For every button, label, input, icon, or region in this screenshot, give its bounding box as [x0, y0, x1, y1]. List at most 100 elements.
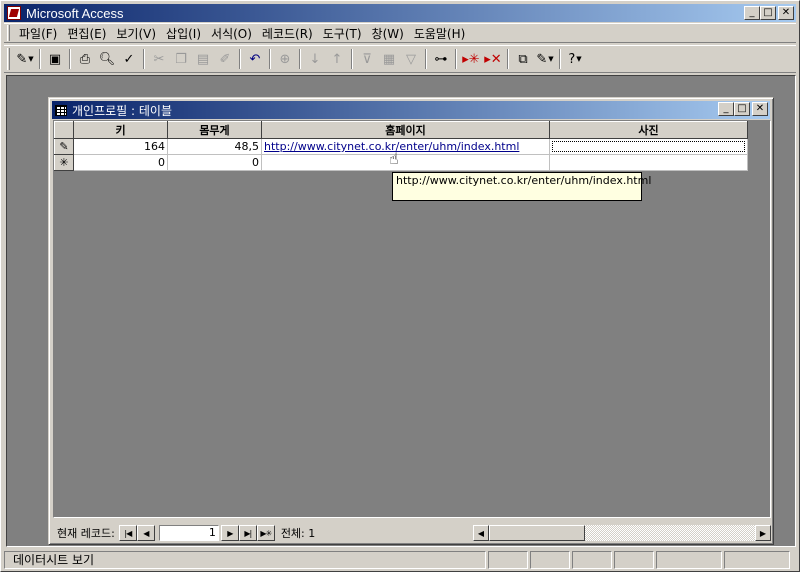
table-icon[interactable] — [55, 104, 67, 116]
find-icon[interactable]: ⊶ — [430, 48, 452, 70]
scroll-left-button[interactable]: ◀ — [473, 525, 489, 541]
menu-format[interactable]: 서식(O) — [206, 25, 257, 42]
cell-homepage-link[interactable] — [261, 154, 550, 171]
toolbar-separator — [507, 49, 509, 69]
cell-photo[interactable] — [549, 154, 748, 171]
menu-window[interactable]: 창(W) — [367, 25, 409, 42]
apply-filter-icon[interactable]: ▽ — [400, 48, 422, 70]
menu-help[interactable]: 도움말(H) — [409, 25, 471, 42]
paste-icon[interactable]: ▤ — [192, 48, 214, 70]
menu-bar: 파일(F) 편집(E) 보기(V) 삽입(I) 서식(O) 레코드(R) 도구(… — [4, 23, 796, 43]
toolbar-grip[interactable] — [7, 48, 10, 70]
new-record-icon[interactable]: ▸✳ — [460, 48, 482, 70]
toolbar-separator — [455, 49, 457, 69]
record-number-input[interactable]: 1 — [158, 525, 219, 541]
column-header-homepage[interactable]: 홈페이지 — [261, 121, 550, 139]
menu-tools[interactable]: 도구(T) — [318, 25, 367, 42]
app-title: Microsoft Access — [26, 5, 124, 21]
select-all-corner[interactable] — [54, 121, 74, 139]
record-navigation-bar: 현재 레코드: |◀ ◀ 1 ▶ ▶| ▶✳ 전체: 1 ◀ ▶ — [53, 524, 771, 542]
status-pane — [530, 551, 570, 569]
scroll-thumb[interactable] — [489, 525, 585, 541]
previous-record-button[interactable]: ◀ — [136, 525, 155, 541]
horizontal-scrollbar[interactable]: ◀ ▶ — [473, 525, 771, 541]
table-maximize-button[interactable]: □ — [734, 102, 750, 116]
status-bar: 데이터시트 보기 — [4, 550, 796, 570]
next-record-button[interactable]: ▶ — [220, 525, 239, 541]
status-pane — [656, 551, 722, 569]
toolbar-separator — [39, 49, 41, 69]
hyperlink-tooltip: http://www.citynet.co.kr/enter/uhm/index… — [392, 172, 651, 201]
table-row: ✎ 164 48,5 http://www.citynet.co.kr/ente… — [54, 138, 748, 155]
record-selector-editing-icon[interactable]: ✎ — [54, 138, 74, 155]
toolbar-separator — [425, 49, 427, 69]
status-pane — [724, 551, 790, 569]
menu-file[interactable]: 파일(F) — [14, 25, 62, 42]
toolbar-separator — [239, 49, 241, 69]
menu-insert[interactable]: 삽입(I) — [161, 25, 206, 42]
new-object-icon[interactable]: ✎ ▼ — [534, 48, 556, 70]
column-header-key[interactable]: 키 — [73, 121, 168, 139]
cell-key[interactable]: 164 — [73, 138, 168, 155]
scroll-right-button[interactable]: ▶ — [755, 525, 771, 541]
print-icon[interactable]: ⎙ — [74, 48, 96, 70]
last-record-button[interactable]: ▶| — [238, 525, 257, 541]
cell-homepage-link[interactable]: http://www.citynet.co.kr/enter/uhm/index… — [261, 138, 550, 155]
insert-hyperlink-icon[interactable]: ⊕ — [274, 48, 296, 70]
table-close-button[interactable]: ✕ — [752, 102, 768, 116]
cell-weight[interactable]: 0 — [167, 154, 262, 171]
filter-by-selection-icon[interactable]: ⊽ — [356, 48, 378, 70]
menu-records[interactable]: 레코드(R) — [257, 25, 318, 42]
datasheet-toolbar: ✎ ▼ ▣ ⎙ 🔍︎ ✓ ✂ ❐ ▤ ✐ ↶ ⊕ ↓ ↑ ⊽ ▦ ▽ ⊶ ▸✳ ▸… — [4, 45, 796, 73]
table-caption-buttons: _ □ ✕ — [718, 102, 768, 116]
copy-icon[interactable]: ❐ — [170, 48, 192, 70]
toolbar-separator — [299, 49, 301, 69]
app-title-bar[interactable]: Microsoft Access _ □ ✕ — [4, 4, 796, 22]
spelling-icon[interactable]: ✓ — [118, 48, 140, 70]
access-logo-icon[interactable] — [7, 6, 21, 20]
scroll-track[interactable] — [489, 525, 755, 541]
filter-by-form-icon[interactable]: ▦ — [378, 48, 400, 70]
record-selector-new-icon[interactable]: ✳ — [54, 154, 74, 171]
table-minimize-button[interactable]: _ — [718, 102, 734, 116]
new-record-nav-button[interactable]: ▶✳ — [256, 525, 275, 541]
status-pane — [488, 551, 528, 569]
maximize-button[interactable]: □ — [760, 6, 776, 20]
toolbar-separator — [69, 49, 71, 69]
table-row-new: ✳ 0 0 — [54, 154, 748, 171]
delete-record-icon[interactable]: ▸✕ — [482, 48, 504, 70]
table-window-title-bar[interactable]: 개인프로필 : 테이블 _ □ ✕ — [52, 101, 770, 119]
undo-icon[interactable]: ↶ — [244, 48, 266, 70]
cell-photo[interactable] — [549, 138, 748, 155]
column-header-photo[interactable]: 사진 — [549, 121, 748, 139]
toolbar-separator — [351, 49, 353, 69]
menu-grip[interactable] — [7, 25, 10, 41]
table-window-title: 개인프로필 : 테이블 — [72, 103, 172, 118]
cell-weight[interactable]: 48,5 — [167, 138, 262, 155]
toolbar-separator — [559, 49, 561, 69]
hand-pointer-icon: ☝ — [389, 149, 399, 168]
save-icon[interactable]: ▣ — [44, 48, 66, 70]
help-icon[interactable]: ? ▼ — [564, 48, 586, 70]
menu-edit[interactable]: 편집(E) — [62, 25, 111, 42]
cell-key[interactable]: 0 — [73, 154, 168, 171]
close-button[interactable]: ✕ — [778, 6, 794, 20]
datasheet-table: 키 몸무게 홈페이지 사진 ✎ 164 48,5 http://www.city… — [54, 121, 748, 171]
sort-ascending-icon[interactable]: ↓ — [304, 48, 326, 70]
print-preview-icon[interactable]: 🔍︎ — [96, 48, 118, 70]
format-painter-icon[interactable]: ✐ — [214, 48, 236, 70]
column-header-weight[interactable]: 몸무게 — [167, 121, 262, 139]
caption-buttons: _ □ ✕ — [744, 6, 794, 20]
cut-icon[interactable]: ✂ — [148, 48, 170, 70]
first-record-button[interactable]: |◀ — [118, 525, 137, 541]
minimize-button[interactable]: _ — [744, 6, 760, 20]
toolbar-separator — [143, 49, 145, 69]
status-pane — [614, 551, 654, 569]
menu-view[interactable]: 보기(V) — [111, 25, 161, 42]
view-design-icon[interactable]: ✎ ▼ — [14, 48, 36, 70]
database-window-icon[interactable]: ⧉ — [512, 48, 534, 70]
table-window: 개인프로필 : 테이블 _ □ ✕ 키 몸무게 홈페이지 사진 ✎ 164 48… — [48, 97, 774, 545]
header-row: 키 몸무게 홈페이지 사진 — [54, 121, 748, 139]
sort-descending-icon[interactable]: ↑ — [326, 48, 348, 70]
status-pane — [572, 551, 612, 569]
